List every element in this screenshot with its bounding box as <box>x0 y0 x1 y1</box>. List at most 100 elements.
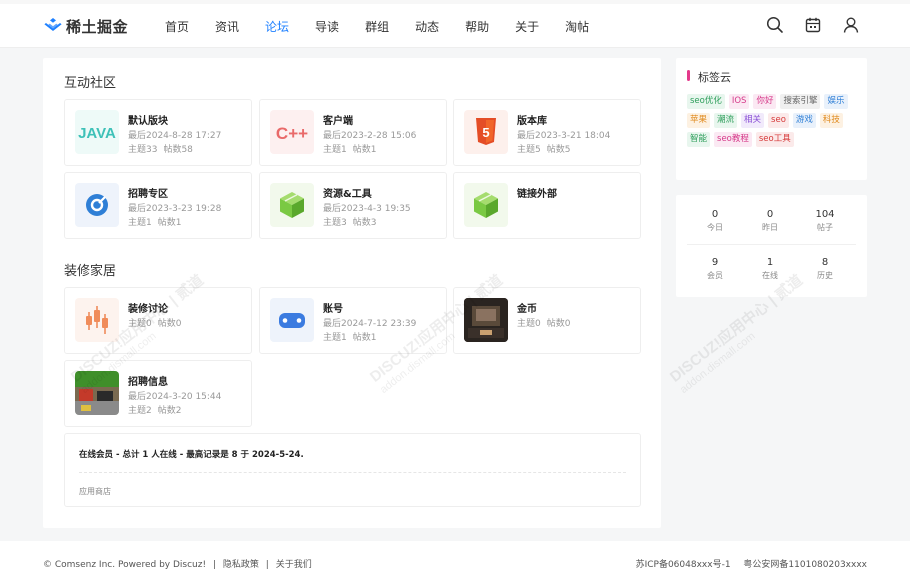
page-footer: © Comsenz Inc. Powered by Discuz! | 隐私政策… <box>0 541 910 583</box>
tag-item[interactable]: seo优化 <box>687 94 725 109</box>
nav-item[interactable]: 导读 <box>315 18 339 35</box>
forum-name[interactable]: 招聘专区 <box>128 185 168 200</box>
divider <box>687 244 856 245</box>
stat-item: 1 在线 <box>745 257 795 281</box>
icp-link[interactable]: 苏ICP备06048xxx号-1 <box>636 560 731 570</box>
divider <box>79 472 626 473</box>
topic-count: 主题0 <box>517 319 541 329</box>
forum-last-post: 最后2023-3-21 18:04 <box>517 131 611 141</box>
tag-cloud-title: 标签云 <box>698 71 731 84</box>
forum-card[interactable]: 资源&工具最后2023-4-3 19:35 主题3 帖数3 <box>259 172 447 239</box>
forum-name[interactable]: 默认版块 <box>128 112 168 127</box>
html5-icon: 5 <box>464 110 508 154</box>
tag-item[interactable]: seo工具 <box>755 132 794 147</box>
tag-item[interactable]: seo教程 <box>714 132 752 147</box>
tag-item[interactable]: 科技 <box>819 113 843 128</box>
top-header: 稀土掘金 首页 资讯 论坛 导读 群组 动态 帮助 关于 淘帖 <box>0 0 910 48</box>
forum-stats: 主题3 帖数3 <box>323 215 382 228</box>
topic-count: 主题1 <box>323 333 347 343</box>
about-link[interactable]: 关于我们 <box>276 560 312 570</box>
nav-item[interactable]: 帮助 <box>465 18 489 35</box>
tag-item[interactable]: 你好 <box>753 94 777 109</box>
forum-name[interactable]: 资源&工具 <box>323 185 372 200</box>
stat-value: 0 <box>766 209 774 220</box>
online-members-title: 在线会员 - 总计 1 人在线 - 最高记录是 8 于 2024-5-24. <box>79 450 304 460</box>
tag-cloud-panel: 标签云 seo优化 IOS 你好 搜索引擎 娱乐苹果 潮流 相关 seo 游戏 科技智能 seo教程… <box>676 58 867 180</box>
forum-name[interactable]: 招聘信息 <box>128 373 168 388</box>
forum-name[interactable]: 链接外部 <box>517 185 557 200</box>
cube-icon <box>270 183 314 227</box>
post-count: 帖数1 <box>352 333 377 343</box>
stat-value: 8 <box>821 257 829 268</box>
nav-item[interactable]: 资讯 <box>215 18 239 35</box>
tag-item[interactable]: 苹果 <box>687 113 711 128</box>
forum-card[interactable]: 招聘信息 最后2024-3-20 15:44 主题2 帖数2 <box>64 360 252 427</box>
header-icons <box>746 16 860 34</box>
calendar-icon[interactable] <box>804 16 822 34</box>
tag-item[interactable]: IOS <box>728 94 750 109</box>
forum-stats: 主题1 帖数1 <box>323 142 382 155</box>
tag-item[interactable]: seo <box>768 113 789 128</box>
section-title: 互动社区 <box>64 76 117 91</box>
forum-name[interactable]: 金币 <box>517 300 537 315</box>
forum-last-post: 最后2024-3-20 15:44 <box>128 392 222 402</box>
police-link[interactable]: 粤公安网备1101080203xxxx <box>743 560 867 570</box>
forum-card[interactable]: 5 版本库 最后2023-3-21 18:04 主题5 帖数5 <box>453 99 641 166</box>
stat-label: 历史 <box>817 271 833 280</box>
separator: | <box>265 560 269 570</box>
footer-left: © Comsenz Inc. Powered by Discuz! | 隐私政策… <box>43 557 312 570</box>
cube-icon <box>464 183 508 227</box>
forum-stats: 主题1 帖数1 <box>323 330 382 343</box>
nav-item[interactable]: 首页 <box>165 18 189 35</box>
nav-item[interactable]: 关于 <box>515 18 539 35</box>
stats-panel: 0 今日 0 昨日 104 帖子 9 会员 1 在线 8 历史 <box>676 195 867 297</box>
juejin-logo-icon <box>44 17 62 36</box>
forum-main-panel: 互动社区 装修家居 在线会员 - 总计 1 人在线 - 最高记录是 8 于 20… <box>43 58 661 528</box>
forum-card[interactable]: 账号 最后2024-7-12 23:39 主题1 帖数1 <box>259 287 447 354</box>
forum-card[interactable]: 装修讨论主题0 帖数0 <box>64 287 252 354</box>
site-logo[interactable]: 稀土掘金 <box>44 16 128 37</box>
tag-item[interactable]: 搜索引擎 <box>780 94 821 109</box>
forum-card[interactable]: JAVA 默认版块 最后2024-8-28 17:27 主题33 帖数58 <box>64 99 252 166</box>
nav-item[interactable]: 动态 <box>415 18 439 35</box>
forum-card[interactable]: C++ 客户端最后2023-2-28 15:06 主题1 帖数1 <box>259 99 447 166</box>
tag-list: seo优化 IOS 你好 搜索引擎 娱乐苹果 潮流 相关 seo 游戏 科技智能 seo教程 seo工… <box>687 94 859 151</box>
stat-label: 在线 <box>762 271 778 280</box>
post-count: 帖数58 <box>163 145 193 155</box>
gamepad-icon <box>270 298 314 342</box>
topic-count: 主题2 <box>128 406 152 416</box>
topic-count: 主题1 <box>323 145 347 155</box>
forum-name[interactable]: 装修讨论 <box>128 300 168 315</box>
forum-name[interactable]: 客户端 <box>323 112 353 127</box>
tag-item[interactable]: 游戏 <box>792 113 816 128</box>
post-count: 帖数1 <box>352 145 377 155</box>
nav-item[interactable]: 论坛 <box>265 18 289 35</box>
forum-last-post: 最后2023-3-23 19:28 <box>128 204 222 214</box>
post-count: 帖数5 <box>546 145 571 155</box>
forum-last-post: 最后2023-4-3 19:35 <box>323 204 411 214</box>
post-count: 帖数0 <box>157 319 182 329</box>
forum-stats: 主题0 帖数0 <box>517 316 576 329</box>
java-icon: JAVA <box>75 110 119 154</box>
separator: | <box>212 560 217 570</box>
forum-card[interactable]: 链接外部 <box>453 172 641 239</box>
nav-item[interactable]: 群组 <box>365 18 389 35</box>
online-members-box: 在线会员 - 总计 1 人在线 - 最高记录是 8 于 2024-5-24. 应… <box>64 433 641 507</box>
forum-name[interactable]: 版本库 <box>517 112 547 127</box>
tag-item[interactable]: 潮流 <box>714 113 738 128</box>
forum-name[interactable]: 账号 <box>323 300 343 315</box>
app-store-link[interactable]: 应用商店 <box>79 486 111 497</box>
topic-count: 主题0 <box>128 319 152 329</box>
tag-item[interactable]: 娱乐 <box>824 94 848 109</box>
tag-item[interactable]: 相关 <box>741 113 765 128</box>
user-icon[interactable] <box>842 16 860 34</box>
topic-count: 主题33 <box>128 145 158 155</box>
nav-item[interactable]: 淘帖 <box>565 18 589 35</box>
cpp-icon: C++ <box>270 110 314 154</box>
search-icon[interactable] <box>766 16 784 34</box>
privacy-link[interactable]: 隐私政策 <box>223 560 259 570</box>
forum-card[interactable]: 招聘专区 最后2023-3-23 19:28 主题1 帖数1 <box>64 172 252 239</box>
forum-last-post: 最后2023-2-28 15:06 <box>323 131 417 141</box>
forum-card[interactable]: 金币 主题0 帖数0 <box>453 287 641 354</box>
tag-item[interactable]: 智能 <box>687 132 711 147</box>
